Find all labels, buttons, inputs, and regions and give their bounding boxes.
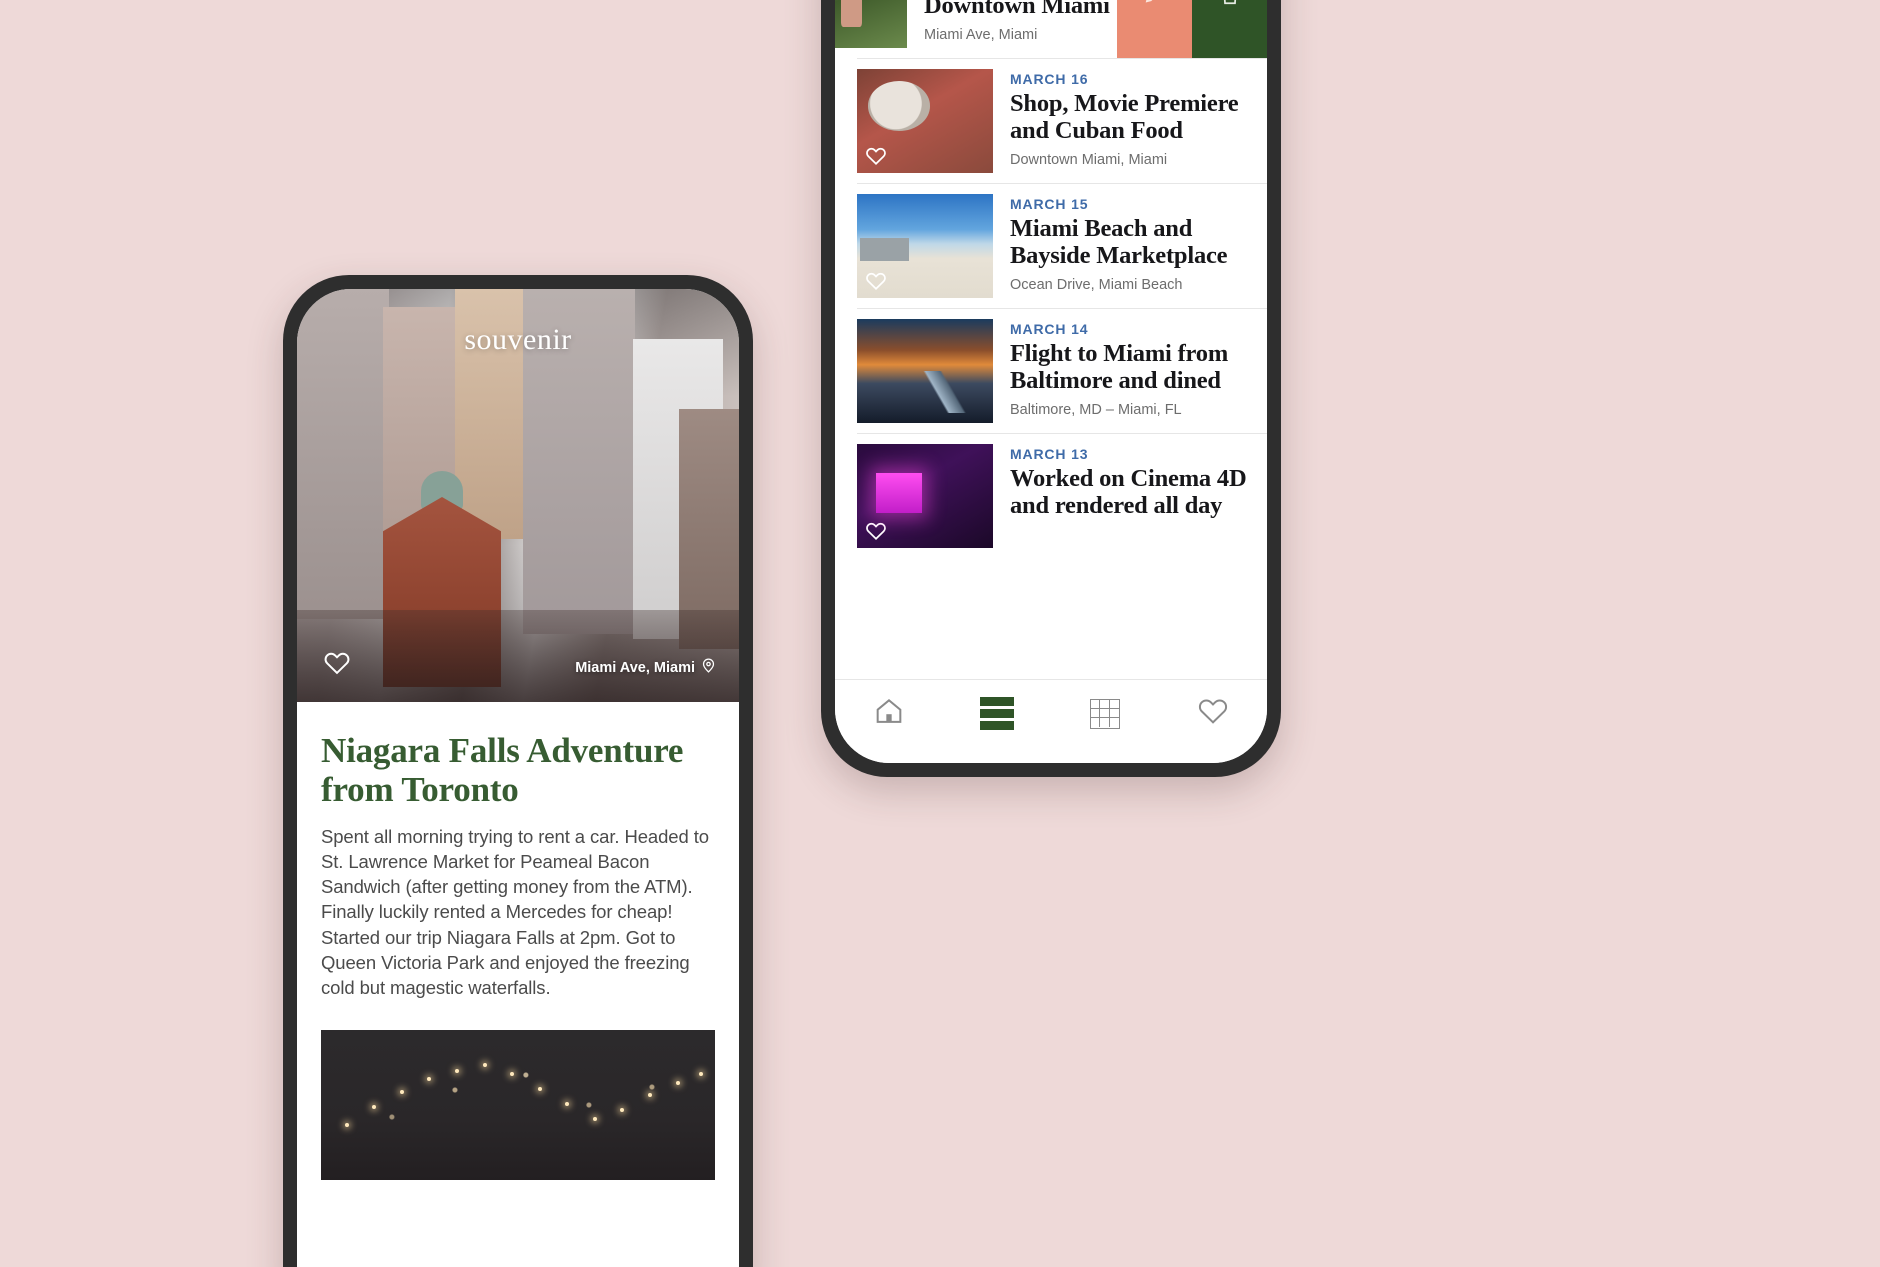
list-item-text: MARCH 13 Worked on Cinema 4D and rendere… [993,444,1267,520]
list-item-date: MARCH 15 [1010,196,1089,212]
swipe-action-group [1117,0,1267,58]
heart-outline-icon[interactable] [323,649,351,677]
entry-photo-night-lights [321,1030,715,1181]
list-item-thumbnail [857,69,993,173]
list-item[interactable]: MARCH 16 Shop, Movie Premiere and Cuban … [835,59,1267,183]
list-item-location: Baltimore, MD – Miami, FL [1010,401,1182,418]
trash-icon [1217,0,1243,12]
list-item-text: MARCH 16 Shop, Movie Premiere and Cuban … [993,69,1267,168]
list-item-text: MARCH 14 Flight to Miami from Baltimore … [993,319,1267,418]
list-item-thumbnail [857,444,993,548]
map-pin-icon [700,657,717,678]
nav-item-timeline[interactable] [943,680,1051,763]
list-item-title: Flight to Miami from Baltimore and dined [1010,340,1229,394]
list-item[interactable]: MARCH 13 Worked on Cinema 4D and rendere… [835,434,1267,558]
entry-content: Niagara Falls Adventure from Toronto Spe… [297,702,739,1181]
heart-outline-icon [1197,695,1229,732]
list-item-swiped[interactable]: MARCH 17 Visiting Vizcaya Mansion and Do… [835,0,1267,58]
edit-button[interactable] [1117,0,1192,58]
canvas: souvenir Miami Ave, Miami Niagara Falls … [0,0,1880,1267]
pencil-icon [1142,0,1168,12]
list-item-location: Ocean Drive, Miami Beach [1010,276,1183,293]
hero-location-label: Miami Ave, Miami [575,659,695,676]
entry-body-text: Spent all morning trying to rent a car. … [321,825,709,999]
list-item-thumbnail [857,319,993,423]
list-icon [980,697,1014,730]
list-item-thumbnail [857,194,993,298]
list-item-title: Shop, Movie Premiere and Cuban Food [1010,90,1239,144]
heart-outline-icon[interactable] [865,145,887,167]
nav-item-home[interactable] [835,680,943,763]
hero-location: Miami Ave, Miami [575,657,717,678]
list-item-date: MARCH 14 [1010,321,1089,337]
heart-outline-icon[interactable] [865,520,887,542]
list-item-text: MARCH 15 Miami Beach and Bayside Marketp… [993,194,1267,293]
list-screen: MARCH 18 Salchipapas, Video games, Peruv… [835,0,1267,763]
list-item[interactable]: MARCH 15 Miami Beach and Bayside Marketp… [835,184,1267,308]
heart-outline-icon[interactable] [865,270,887,292]
delete-button[interactable] [1192,0,1267,58]
list-item-thumbnail [835,0,907,48]
list-item-location: Downtown Miami, Miami [1010,151,1168,168]
list-item[interactable]: MARCH 14 Flight to Miami from Baltimore … [835,309,1267,433]
page-title: Niagara Falls Adventure from Toronto [321,731,684,809]
list-item-title: Worked on Cinema 4D and rendered all day [1010,465,1247,519]
grid-icon [1090,698,1120,729]
app-logo: souvenir [464,323,572,356]
entry-list[interactable]: MARCH 18 Salchipapas, Video games, Peruv… [835,0,1267,679]
list-item-date: MARCH 13 [1010,446,1089,462]
hero-image: souvenir Miami Ave, Miami [297,289,739,702]
nav-item-grid[interactable] [1051,680,1159,763]
home-icon [873,695,905,732]
street-foreground [297,610,739,702]
phone-detail-view: souvenir Miami Ave, Miami Niagara Falls … [283,275,753,1267]
list-item-date: MARCH 16 [1010,71,1089,87]
detail-screen: souvenir Miami Ave, Miami Niagara Falls … [297,289,739,1267]
list-item-title: Miami Beach and Bayside Marketplace [1010,215,1228,269]
bottom-navigation [835,679,1267,763]
nav-item-favorites[interactable] [1159,680,1267,763]
string-lights [321,1030,715,1180]
phone-list-view: MARCH 18 Salchipapas, Video games, Peruv… [821,0,1281,777]
